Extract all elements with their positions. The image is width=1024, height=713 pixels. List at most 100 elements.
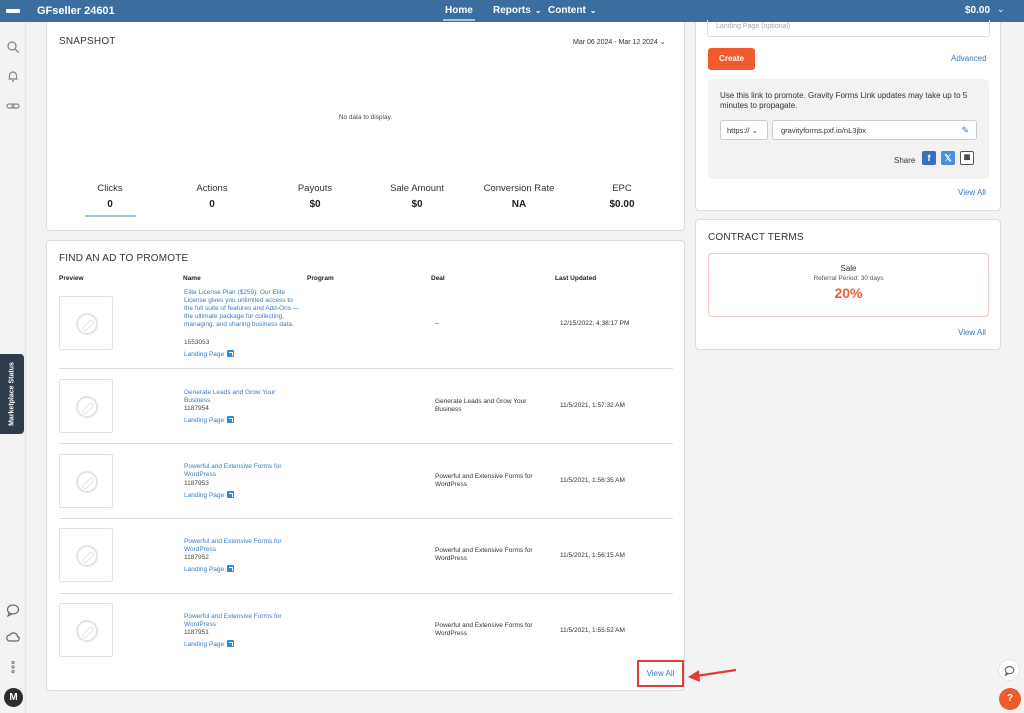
ad-name-link[interactable]: Elite License Plan ($259): Our Elite Lic… bbox=[184, 289, 302, 329]
contract-type: Sale bbox=[840, 264, 857, 273]
cloud-icon[interactable] bbox=[6, 630, 20, 644]
chevron-down-icon[interactable]: ⌄ bbox=[997, 4, 1005, 15]
promo-instructions: Use this link to promote. Gravity Forms … bbox=[720, 91, 968, 110]
ad-name-link[interactable]: Powerful and Extensive Forms for WordPre… bbox=[184, 613, 302, 629]
link-icon bbox=[76, 545, 98, 567]
menu-icon[interactable] bbox=[6, 9, 20, 13]
avatar[interactable]: M bbox=[4, 688, 23, 707]
stat-clicks[interactable]: Clicks 0 bbox=[65, 183, 155, 210]
qr-code-icon[interactable]: ▦ bbox=[960, 151, 974, 165]
ad-name-link[interactable]: Generate Leads and Grow Your Business bbox=[184, 389, 302, 405]
stat-label: Conversion Rate bbox=[483, 183, 555, 194]
stat-payouts[interactable]: Payouts $0 bbox=[270, 183, 360, 210]
snapshot-panel: SNAPSHOT Mar 06 2024 - Mar 12 2024 ⌄ No … bbox=[46, 22, 685, 231]
active-stat-indicator bbox=[85, 215, 136, 217]
pencil-icon[interactable]: ✎ bbox=[961, 125, 969, 136]
snapshot-title: SNAPSHOT bbox=[59, 36, 116, 47]
last-updated: 11/5/2021, 1:56:35 AM bbox=[560, 477, 625, 484]
help-button[interactable]: ? bbox=[999, 688, 1021, 710]
stat-value: NA bbox=[511, 199, 527, 210]
date-range-picker[interactable]: Mar 06 2024 - Mar 12 2024 ⌄ bbox=[573, 38, 666, 46]
stat-actions[interactable]: Actions 0 bbox=[167, 183, 257, 210]
stat-label: Sale Amount bbox=[390, 183, 444, 194]
table-row: Powerful and Extensive Forms for WordPre… bbox=[59, 528, 673, 594]
row-divider bbox=[59, 518, 673, 519]
landing-page-link[interactable]: Landing Page bbox=[184, 640, 235, 648]
landing-page-link[interactable]: Landing Page bbox=[184, 565, 235, 573]
column-header-deal: Deal bbox=[431, 275, 445, 282]
external-link-icon bbox=[227, 491, 235, 498]
stat-value: 0 bbox=[209, 199, 215, 210]
tracking-url-value: gravityforms.pxf.io/nL3jbx bbox=[781, 126, 867, 135]
landing-page-label: Landing Page bbox=[184, 492, 225, 499]
nav-home[interactable]: Home bbox=[443, 5, 475, 21]
external-link-icon bbox=[227, 565, 235, 572]
x-share-icon[interactable]: 𝕏 bbox=[941, 151, 955, 165]
landing-page-link[interactable]: Landing Page bbox=[184, 491, 235, 499]
external-link-icon bbox=[227, 350, 235, 357]
link-icon bbox=[76, 471, 98, 493]
ad-id: 1553053 bbox=[184, 339, 210, 346]
last-updated: 11/5/2021, 1:57:32 AM bbox=[560, 402, 625, 409]
external-link-icon bbox=[227, 640, 235, 647]
ad-preview[interactable] bbox=[59, 454, 113, 508]
link-icon[interactable] bbox=[6, 99, 20, 113]
marketplace-status-label: Marketplace Status bbox=[8, 362, 16, 426]
column-header-name: Name bbox=[183, 275, 201, 282]
create-button[interactable]: Create bbox=[708, 48, 755, 70]
no-data-message: No data to display. bbox=[338, 114, 393, 121]
ad-preview[interactable] bbox=[59, 528, 113, 582]
stat-conversion-rate[interactable]: Conversion Rate NA bbox=[474, 183, 564, 210]
stat-epc[interactable]: EPC $0.00 bbox=[577, 183, 667, 210]
nav-reports[interactable]: Reports ⌄ bbox=[493, 5, 542, 16]
search-icon[interactable] bbox=[6, 40, 20, 54]
tracking-url-field[interactable]: gravityforms.pxf.io/nL3jbx ✎ bbox=[772, 120, 977, 140]
landing-page-label: Landing Page bbox=[184, 417, 225, 424]
protocol-value: https:// bbox=[727, 126, 750, 135]
landing-page-input[interactable]: Landing Page (optional) bbox=[707, 20, 990, 37]
facebook-share-icon[interactable]: f bbox=[922, 151, 936, 165]
row-divider bbox=[59, 368, 673, 369]
more-icon[interactable] bbox=[6, 660, 20, 674]
landing-page-label: Landing Page bbox=[184, 566, 225, 573]
nav-reports-label: Reports bbox=[493, 5, 531, 16]
link-icon bbox=[76, 396, 98, 418]
ad-preview[interactable] bbox=[59, 379, 113, 433]
ad-preview[interactable] bbox=[59, 603, 113, 657]
stat-sale-amount[interactable]: Sale Amount $0 bbox=[372, 183, 462, 210]
stat-value: $0 bbox=[411, 199, 423, 210]
date-range-label: Mar 06 2024 - Mar 12 2024 bbox=[573, 39, 658, 46]
nav-content[interactable]: Content ⌄ bbox=[548, 5, 596, 16]
chevron-down-icon: ⌄ bbox=[534, 6, 542, 15]
ad-id: 1187953 bbox=[184, 480, 209, 487]
row-divider bbox=[59, 443, 673, 444]
protocol-select[interactable]: https:// ⌄ bbox=[720, 120, 768, 140]
stat-label: Actions bbox=[196, 183, 228, 194]
annotation-arrow bbox=[688, 668, 737, 682]
last-updated: 12/15/2022, 4:38:17 PM bbox=[560, 320, 630, 327]
view-all-contracts[interactable]: View All bbox=[958, 328, 986, 337]
ad-preview[interactable] bbox=[59, 296, 113, 350]
stat-value: 0 bbox=[107, 199, 113, 210]
chevron-down-icon: ⌄ bbox=[659, 39, 666, 46]
row-divider bbox=[59, 593, 673, 594]
chat-icon[interactable] bbox=[6, 603, 20, 618]
balance[interactable]: $0.00 bbox=[965, 5, 990, 16]
view-all-links[interactable]: View All bbox=[958, 188, 986, 197]
advanced-link[interactable]: Advanced bbox=[951, 54, 987, 63]
marketplace-status-tab[interactable]: Marketplace Status bbox=[0, 354, 24, 434]
contract-terms-panel: CONTRACT TERMS Sale Referral Period: 30 … bbox=[695, 219, 1001, 350]
stat-label: Clicks bbox=[97, 183, 123, 194]
landing-page-link[interactable]: Landing Page bbox=[184, 350, 235, 358]
landing-page-link[interactable]: Landing Page bbox=[184, 416, 235, 424]
bell-icon[interactable] bbox=[6, 69, 20, 83]
chat-button[interactable] bbox=[998, 659, 1020, 681]
stat-value: $0.00 bbox=[609, 199, 635, 210]
table-row: Generate Leads and Grow Your Business 11… bbox=[59, 378, 673, 444]
ad-name-link[interactable]: Powerful and Extensive Forms for WordPre… bbox=[184, 538, 302, 554]
chat-icon bbox=[1004, 666, 1015, 676]
link-icon bbox=[76, 620, 98, 642]
view-all-ads-link[interactable]: View All bbox=[637, 660, 684, 687]
ad-name-link[interactable]: Powerful and Extensive Forms for WordPre… bbox=[184, 463, 302, 479]
landing-page-label: Landing Page bbox=[184, 351, 225, 358]
